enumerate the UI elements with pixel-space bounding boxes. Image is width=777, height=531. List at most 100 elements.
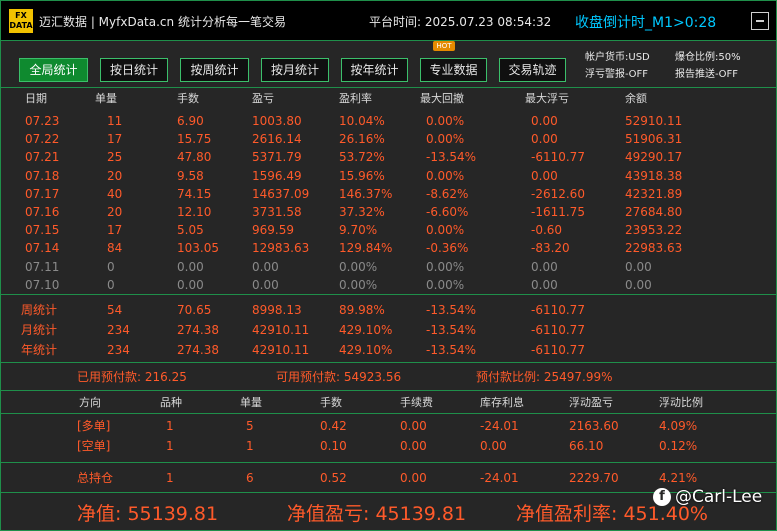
col-direction: 方向 [79, 396, 101, 409]
table-cell: 1596.49 [252, 168, 302, 183]
table-cell: 0.00 [252, 277, 279, 292]
table-row: 07.15 17 5.05 969.59 9.70% 0.00% -0.60 23953.22 [1, 221, 776, 239]
author-watermark: @Carl-Lee [675, 487, 763, 507]
table-cell: 0.00 [625, 259, 652, 274]
tab-weekly-stats[interactable]: 按周统计 [180, 58, 249, 82]
table-cell: 27684.80 [625, 205, 683, 219]
table-row: 年统计 234 274.38 42910.11 429.10% -13.54% -6110.… [1, 341, 776, 359]
table-cell: 49290.17 [625, 150, 683, 165]
col-commission: 手续费 [400, 396, 433, 409]
app-window: FX DATA 迈汇数据 | MyfxData.cn 统计分析每一笔交易 平台时间… [0, 0, 777, 531]
table-cell: -0.36% [426, 241, 469, 256]
table-cell: 429.10% [339, 323, 393, 337]
table-cell: 2616.14 [252, 132, 302, 147]
table-cell: 07.22 [25, 132, 60, 147]
table-cell: -6.60% [426, 205, 469, 219]
table-cell: 26.16% [339, 132, 385, 147]
table-cell: 5.05 [177, 223, 204, 238]
settings-left: 帐户货币:USD 浮亏警报-OFF [585, 49, 650, 83]
table-row: 07.17 40 74.15 14637.09 146.37% -8.62% -2612.6… [1, 185, 776, 203]
table-row: 07.18 20 9.58 1596.49 15.96% 0.00% 0.00 43918.3… [1, 167, 776, 185]
table-cell: 14637.09 [252, 186, 310, 201]
col-profit-rate: 盈利率 [339, 92, 372, 105]
table-cell: 0.42 [320, 419, 347, 433]
divider [1, 362, 776, 363]
col-symbol: 品种 [160, 396, 182, 409]
table-cell: 84 [107, 241, 123, 256]
table-cell: -24.01 [480, 419, 519, 433]
close-countdown: 收盘倒计时_M1>0:28 [575, 15, 717, 31]
col-orders: 单量 [240, 396, 262, 409]
table-cell: -6110.77 [531, 323, 585, 337]
table-row: 07.21 25 47.80 5371.79 53.72% -13.54% -6110.77… [1, 148, 776, 166]
table-cell: 1003.80 [252, 114, 302, 128]
table-cell: -24.01 [480, 471, 519, 485]
tab-trade-track[interactable]: 交易轨迹 [499, 58, 566, 82]
table-cell: 0.00% [426, 223, 465, 238]
used-margin: 已用预付款: 216.25 [77, 370, 187, 384]
settings-right: 爆仓比例:50% 报告推送-OFF [675, 49, 741, 83]
tab-pro-data[interactable]: 专业数据 [420, 58, 487, 82]
table-cell: 07.21 [25, 150, 60, 165]
daily-table-header: 日期 单量 手数 盈亏 盈利率 最大回撤 最大浮亏 余额 [1, 90, 776, 108]
table-cell: 103.05 [177, 241, 219, 256]
tab-yearly-stats[interactable]: 按年统计 [341, 58, 408, 82]
table-cell: -13.54% [426, 150, 477, 165]
table-cell: -1611.75 [531, 205, 585, 219]
table-cell: 10.04% [339, 114, 385, 128]
table-cell: 0.00% [426, 168, 465, 183]
minimize-button[interactable] [751, 12, 769, 30]
table-cell: 25 [107, 150, 123, 165]
free-margin: 可用预付款: 54923.56 [276, 370, 402, 384]
table-cell: -13.54% [426, 303, 477, 317]
table-row: 07.11 0 0.00 0.00 0.00% 0.00% 0.00 0.00 [1, 258, 776, 276]
table-cell: 429.10% [339, 343, 393, 357]
table-cell: 42910.11 [252, 343, 310, 357]
table-cell: 9.58 [177, 168, 204, 183]
table-cell: 07.15 [25, 223, 60, 238]
table-cell: 66.10 [569, 439, 604, 453]
col-orders: 单量 [95, 92, 117, 105]
table-cell: 6.90 [177, 114, 204, 128]
table-row: 周统计 54 70.65 8998.13 89.98% -13.54% -6110.77 [1, 301, 776, 319]
table-cell: -6110.77 [531, 150, 585, 165]
table-cell: 0.12% [659, 439, 698, 453]
divider [1, 294, 776, 295]
table-cell: 07.11 [25, 259, 60, 274]
table-cell: 54 [107, 303, 123, 317]
table-cell: 15.75 [177, 132, 212, 147]
table-cell: -6110.77 [531, 303, 585, 317]
tab-monthly-stats[interactable]: 按月统计 [261, 58, 329, 82]
table-cell: 15.96% [339, 168, 385, 183]
col-balance: 余额 [625, 92, 647, 105]
table-cell: 12.10 [177, 205, 212, 219]
account-currency: 帐户货币:USD [585, 52, 650, 63]
divider [1, 87, 776, 88]
table-cell: 1 [166, 419, 174, 433]
table-cell: 5 [246, 419, 254, 433]
tab-global-stats[interactable]: 全局统计 [19, 58, 88, 82]
tab-daily-stats[interactable]: 按日统计 [100, 58, 168, 82]
col-max-float-loss: 最大浮亏 [525, 92, 569, 105]
table-cell: 0.00 [177, 277, 204, 292]
table-cell: 0.00 [531, 277, 558, 292]
table-row: [空单] 1 1 0.10 0.00 0.00 66.10 0.12% [1, 437, 776, 455]
app-title: 迈汇数据 | MyfxData.cn 统计分析每一笔交易 [39, 15, 286, 29]
table-cell: 0 [107, 277, 115, 292]
table-cell: 9.70% [339, 223, 378, 238]
table-cell: 37.32% [339, 205, 385, 219]
report-push-toggle[interactable]: 报告推送-OFF [675, 66, 741, 83]
table-cell: 42910.11 [252, 323, 310, 337]
float-loss-alert-toggle[interactable]: 浮亏警报-OFF [585, 66, 650, 83]
equity-value: 净值: 55139.81 [77, 503, 219, 525]
table-cell: 17 [107, 132, 123, 147]
table-cell: 0.00 [531, 259, 558, 274]
table-cell: 234 [107, 323, 130, 337]
table-cell: [空单] [77, 439, 111, 453]
table-cell: -2612.60 [531, 186, 585, 201]
table-cell: 0.00% [426, 277, 465, 292]
col-float-pnl: 浮动盈亏 [569, 396, 613, 409]
table-cell: 1 [166, 471, 174, 485]
table-cell: 42321.89 [625, 186, 683, 201]
table-cell: 52910.11 [625, 114, 683, 128]
